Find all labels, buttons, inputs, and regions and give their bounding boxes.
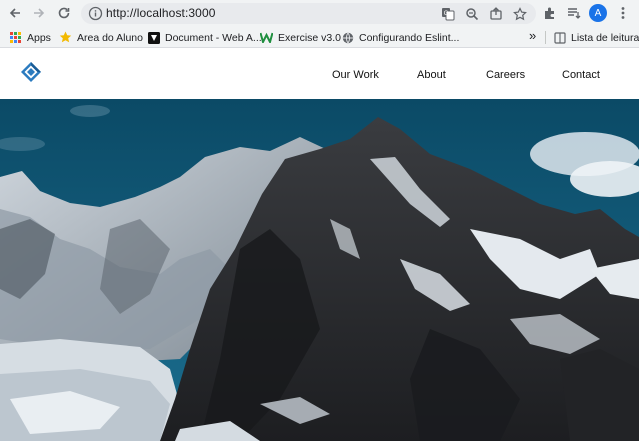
translate-icon[interactable]: G [439,5,456,22]
nav-careers[interactable]: Careers [486,69,525,81]
bookmark-apps[interactable]: Apps [9,30,51,45]
share-icon[interactable] [487,5,504,22]
bookmarks-divider [545,31,546,44]
nav-about[interactable]: About [417,69,446,81]
forward-arrow-icon[interactable] [30,4,48,22]
zoom-icon[interactable] [463,5,480,22]
document-icon [147,31,160,44]
reading-list-icon [553,31,566,44]
bookmark-label: Configurando Eslint... [359,31,460,44]
bookmarks-bar: Apps Area do Aluno Document - Web A... E… [0,27,639,48]
reading-list-icon[interactable] [565,4,583,22]
url-text[interactable]: http://localhost:3000 [106,6,216,20]
svg-text:G: G [443,10,448,17]
globe-icon [341,31,354,44]
bookmark-label: Area do Aluno [77,31,143,44]
site-header: Our Work About Careers Contact [0,48,639,99]
w-logo-icon [260,31,273,44]
star-icon[interactable] [511,5,528,22]
bookmark-document[interactable]: Document - Web A... [147,30,262,45]
info-icon[interactable] [88,6,103,21]
bookmark-label: Apps [27,31,51,44]
reading-list-button[interactable]: Lista de leitura [553,30,639,45]
address-bar[interactable]: http://localhost:3000 G [81,3,536,24]
browser-toolbar: http://localhost:3000 G A [0,0,639,27]
diamond-logo-icon[interactable] [20,61,42,83]
bookmark-label: Exercise v3.0 [278,31,342,44]
kebab-menu-icon[interactable] [614,4,632,22]
bookmark-eslint[interactable]: Configurando Eslint... [341,30,459,45]
mountain-illustration [0,99,639,441]
bookmark-exercise[interactable]: Exercise v3.0 [260,30,341,45]
nav-contact[interactable]: Contact [562,69,600,81]
back-arrow-icon[interactable] [6,4,24,22]
reading-list-label: Lista de leitura [571,31,639,44]
nav-our-work[interactable]: Our Work [332,69,379,81]
puzzle-icon[interactable] [541,4,559,22]
apps-grid-icon [9,31,22,44]
reload-icon[interactable] [55,4,73,22]
bookmark-label: Document - Web A... [165,31,262,44]
bookmarks-overflow-button[interactable]: » [529,28,536,43]
bookmark-area-do-aluno[interactable]: Area do Aluno [59,30,143,45]
profile-avatar[interactable]: A [589,4,607,22]
hero-image [0,99,639,441]
star-badge-icon [59,31,72,44]
